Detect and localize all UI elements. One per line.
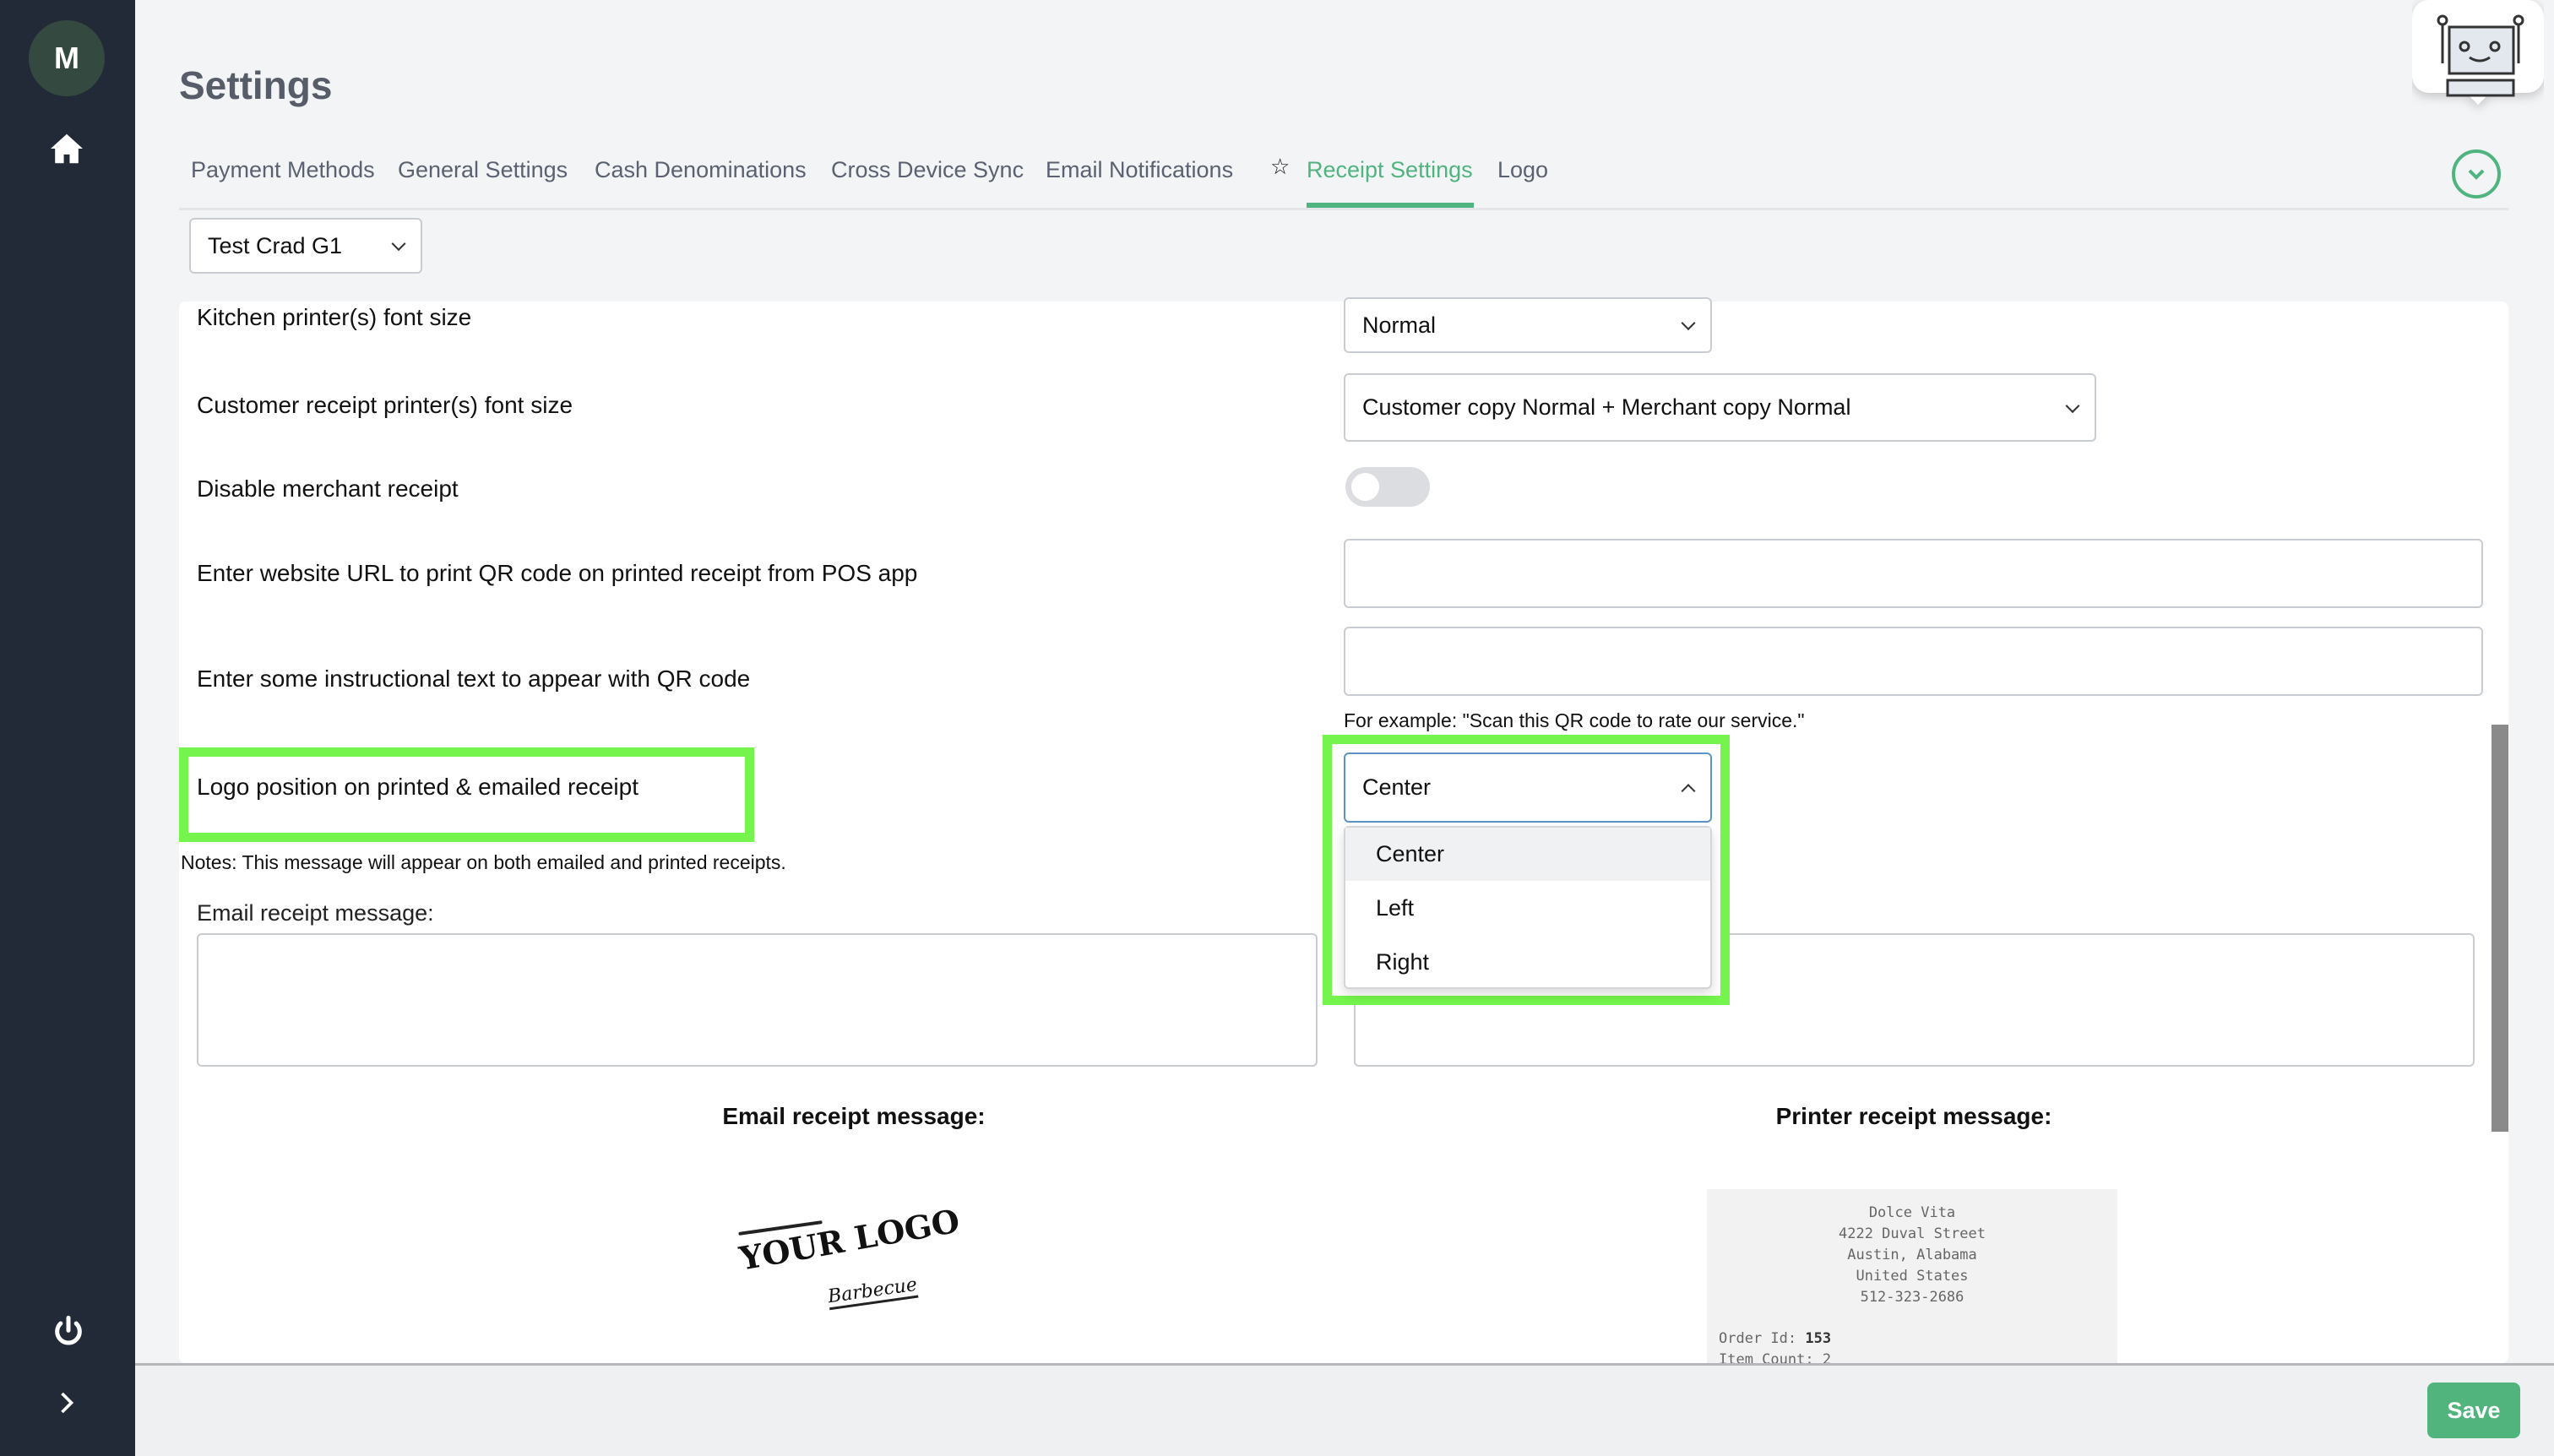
customer-font-label: Customer receipt printer(s) font size [197,392,573,418]
receipt-line: 512-323-2686 [1860,1289,1964,1306]
kitchen-font-value: Normal [1362,312,1437,338]
save-button[interactable]: Save [2427,1383,2520,1438]
chevron-up-icon [1681,783,1696,798]
chevron-down-icon [1681,316,1696,331]
chevron-down-icon [2065,398,2080,413]
receipt-line: 4222 Duval Street [1839,1225,1986,1242]
receipt-line: United States [1856,1268,1969,1285]
order-id: 153 [1805,1330,1832,1347]
chatbot-button[interactable] [2412,0,2544,110]
chevron-right-icon[interactable] [57,1392,76,1414]
collapse-chevron-icon[interactable] [2451,149,2502,199]
tab-payment-methods[interactable]: Payment Methods [191,157,375,183]
email-preview-heading: Email receipt message: [722,1103,986,1129]
receipt-line: Dolce Vita [1868,1204,1956,1221]
qr-url-input[interactable] [1344,539,2483,608]
disable-merchant-label: Disable merchant receipt [197,475,459,502]
item-count: Item Count: 2 [1719,1351,1832,1363]
email-message-label: Email receipt message: [197,900,434,926]
qr-text-label: Enter some instructional text to appear … [197,666,751,692]
option-center[interactable]: Center [1345,828,1710,881]
order-id-label: Order Id: [1719,1330,1797,1347]
tab-email-notifications[interactable]: Email Notifications [1046,157,1233,183]
active-tab-indicator [1307,203,1474,208]
logo-subtext: Barbecue [826,1274,919,1311]
email-message-textarea[interactable] [197,933,1318,1067]
kitchen-font-select[interactable]: Normal [1344,297,1712,353]
chevron-down-icon [391,236,406,252]
tab-general-settings[interactable]: General Settings [398,157,568,183]
store-select-value: Test Crad G1 [208,232,343,258]
star-icon: ☆ [1270,154,1291,179]
footer-bar [135,1363,2554,1456]
scrollbar[interactable] [2492,725,2508,1132]
tab-cross-device-sync[interactable]: Cross Device Sync [831,157,1024,183]
tab-divider [179,208,2508,210]
qr-text-hint: For example: "Scan this QR code to rate … [1344,709,1805,731]
receipt-preview: Dolce Vita 4222 Duval Street Austin, Ala… [1707,1189,2117,1363]
logo-position-label: Logo position on printed & emailed recei… [197,774,639,800]
page-title: Settings [179,63,333,107]
tab-logo[interactable]: Logo [1497,157,1548,183]
tab-receipt-settings[interactable]: Receipt Settings [1307,157,1473,183]
logo-position-select[interactable]: Center [1344,752,1712,823]
logo-preview: YOUR LOGO Barbecue [735,1202,962,1326]
avatar[interactable]: M [29,20,105,96]
qr-url-label: Enter website URL to print QR code on pr… [197,560,918,586]
option-right[interactable]: Right [1345,936,1710,989]
robot-icon [2412,0,2544,105]
customer-font-select[interactable]: Customer copy Normal + Merchant copy Nor… [1344,373,2096,442]
customer-font-value: Customer copy Normal + Merchant copy Nor… [1362,394,1851,420]
logo-position-value: Center [1362,774,1432,800]
sidebar: M [0,0,135,1456]
power-icon[interactable] [52,1315,85,1349]
home-icon[interactable] [49,133,84,165]
kitchen-font-label: Kitchen printer(s) font size [197,304,472,330]
qr-text-input[interactable] [1344,627,2483,696]
option-left[interactable]: Left [1345,882,1710,935]
logo-position-menu: Center Left Right [1344,826,1712,989]
store-select[interactable]: Test Crad G1 [189,218,422,274]
receipt-line: Austin, Alabama [1847,1247,1977,1263]
printer-preview-heading: Printer receipt message: [1775,1103,2052,1129]
disable-merchant-toggle[interactable] [1345,467,1430,507]
tab-cash-denominations[interactable]: Cash Denominations [595,157,807,183]
notes-text: Notes: This message will appear on both … [181,851,786,873]
